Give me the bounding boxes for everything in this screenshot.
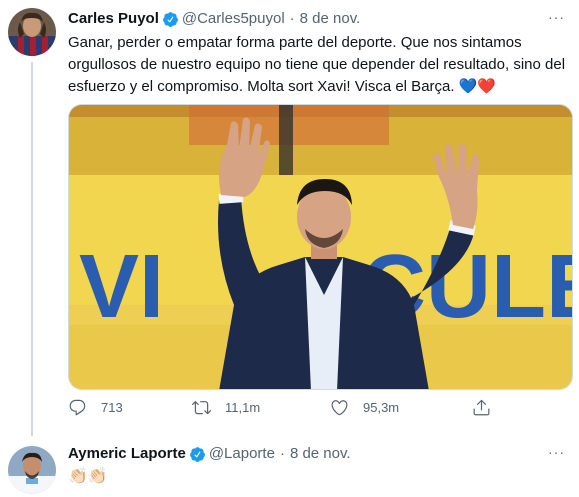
separator-dot: · bbox=[279, 445, 285, 462]
avatar[interactable] bbox=[8, 446, 56, 494]
tweet-carles-puyol[interactable]: Carles Puyol @Carles5puyol · 8 de nov. ·… bbox=[0, 0, 579, 436]
tweet-aymeric-laporte[interactable]: Aymeric Laporte @Laporte · 8 de nov. ···… bbox=[0, 436, 579, 497]
retweet-count: 11,1m bbox=[225, 400, 261, 415]
verified-badge-icon bbox=[189, 446, 206, 463]
like-action[interactable]: 95,3m bbox=[330, 398, 399, 417]
author-handle[interactable]: @Carles5puyol bbox=[182, 9, 285, 29]
like-count: 95,3m bbox=[363, 400, 400, 415]
photo-xavi-waving: VI CULE bbox=[69, 105, 572, 389]
tweet-header: Aymeric Laporte @Laporte · 8 de nov. bbox=[68, 444, 351, 464]
reply-count: 713 bbox=[101, 400, 123, 415]
tweet-header: Carles Puyol @Carles5puyol · 8 de nov. bbox=[68, 9, 360, 29]
avatar-image bbox=[8, 446, 56, 494]
author-name[interactable]: Aymeric Laporte bbox=[68, 444, 186, 464]
retweet-action[interactable]: 11,1m bbox=[192, 398, 260, 417]
tweet-text: 👏🏻👏🏻 bbox=[68, 468, 108, 485]
banner-text-left: VI bbox=[79, 237, 164, 337]
more-options-icon[interactable]: ··· bbox=[548, 444, 565, 460]
separator-dot: · bbox=[289, 10, 295, 27]
more-options-icon[interactable]: ··· bbox=[548, 9, 565, 25]
verified-badge-icon bbox=[162, 11, 179, 28]
tweet-media-photo[interactable]: VI CULE bbox=[68, 104, 573, 390]
tweet-date[interactable]: 8 de nov. bbox=[300, 9, 361, 29]
tweet-date[interactable]: 8 de nov. bbox=[290, 444, 351, 464]
avatar[interactable] bbox=[8, 8, 56, 56]
share-icon bbox=[473, 399, 490, 416]
tweet-text: Ganar, perder o empatar forma parte del … bbox=[68, 34, 566, 95]
author-name[interactable]: Carles Puyol bbox=[68, 9, 159, 29]
share-action[interactable] bbox=[472, 398, 505, 417]
tweet-actions: 713 11,1m 95,3m bbox=[68, 398, 568, 424]
author-handle[interactable]: @Laporte bbox=[209, 444, 275, 464]
reply-icon bbox=[69, 399, 86, 416]
retweet-icon bbox=[192, 401, 211, 415]
avatar-image bbox=[8, 8, 56, 56]
heart-icon bbox=[331, 400, 348, 416]
reply-action[interactable]: 713 bbox=[68, 398, 123, 417]
